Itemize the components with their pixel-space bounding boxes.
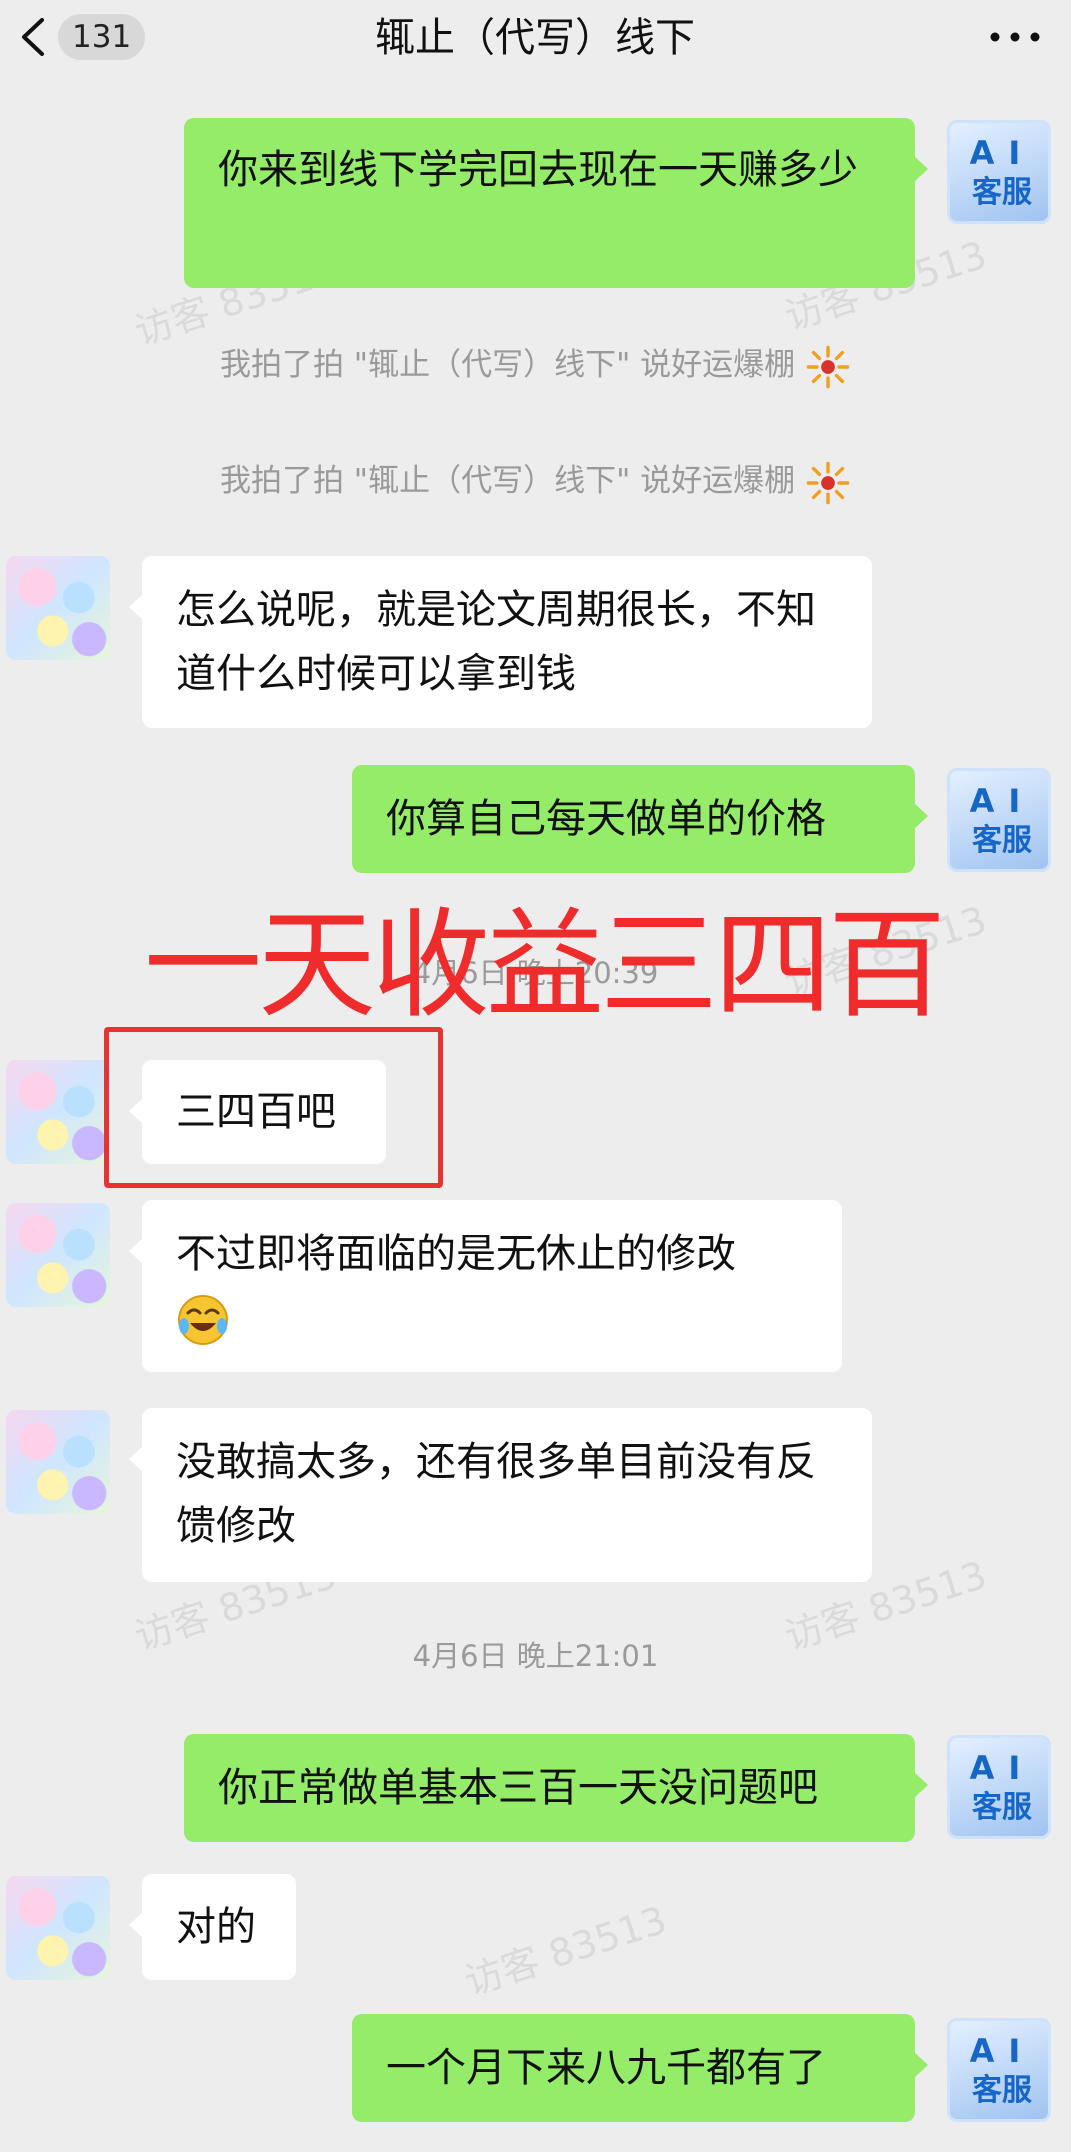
ai-avatar-line1: AI [969, 782, 1035, 820]
incoming-message[interactable]: 对的 [129, 1874, 296, 1980]
incoming-message[interactable]: 没敢搞太多，还有很多单目前没有反馈修改 [129, 1408, 872, 1582]
ai-avatar-line2: 客服 [972, 823, 1032, 858]
ai-avatar-line2: 客服 [972, 1790, 1032, 1825]
firecracker-emoji [806, 345, 850, 388]
pat-system-message: 我拍了拍 "辄止（代写）线下" 说好运爆棚 [0, 340, 1071, 390]
annotation-caption: 一天收益三四百 [144, 896, 946, 1034]
outgoing-message[interactable]: 你来到线下学完回去现在一天赚多少 [184, 118, 928, 288]
incoming-message[interactable]: 不过即将面临的是无休止的修改 [129, 1200, 842, 1372]
outgoing-message[interactable]: 你算自己每天做单的价格 [352, 765, 928, 873]
ai-service-avatar[interactable]: AI 客服 [947, 1735, 1051, 1839]
user-avatar[interactable] [6, 556, 110, 660]
outgoing-message[interactable]: 一个月下来八九千都有了 [352, 2014, 928, 2122]
message-text: 不过即将面临的是无休止的修改 [176, 1231, 736, 1277]
incoming-message[interactable]: 怎么说呢，就是论文周期很长，不知道什么时候可以拿到钱 [129, 556, 872, 728]
user-avatar[interactable] [6, 1876, 110, 1980]
ai-service-avatar[interactable]: AI 客服 [947, 768, 1051, 872]
chat-header: 131 辄止（代写）线下 [0, 0, 1071, 76]
timestamp: 4月6日 晚上21:01 [412, 1639, 659, 1673]
user-avatar[interactable] [6, 1203, 110, 1307]
outgoing-message[interactable]: 你正常做单基本三百一天没问题吧 [184, 1734, 928, 1842]
more-button[interactable] [987, 22, 1043, 52]
unread-count-badge[interactable]: 131 [58, 14, 146, 60]
ai-avatar-line1: AI [969, 1749, 1035, 1787]
highlight-box [104, 1027, 443, 1188]
pat-system-message: 我拍了拍 "辄止（代写）线下" 说好运爆棚 [0, 456, 1071, 506]
back-button[interactable] [14, 14, 54, 60]
more-dots-icon [990, 32, 1040, 42]
pat-text: 我拍了拍 "辄止（代写）线下" 说好运爆棚 [219, 347, 796, 383]
pat-text: 我拍了拍 "辄止（代写）线下" 说好运爆棚 [219, 463, 796, 499]
firecracker-emoji [806, 461, 850, 504]
user-avatar[interactable] [6, 1060, 110, 1164]
ai-service-avatar[interactable]: AI 客服 [947, 120, 1051, 224]
ai-avatar-line1: AI [969, 134, 1035, 172]
ai-avatar-line1: AI [969, 2032, 1035, 2070]
ai-avatar-line2: 客服 [972, 2073, 1032, 2108]
laughing-tears-emoji [178, 1295, 228, 1345]
chat-title: 辄止（代写）线下 [375, 15, 695, 61]
watermark: 访客 83513 [459, 1897, 672, 2005]
chevron-left-icon [22, 18, 44, 56]
user-avatar[interactable] [6, 1410, 110, 1514]
ai-avatar-line2: 客服 [972, 175, 1032, 210]
ai-service-avatar[interactable]: AI 客服 [947, 2018, 1051, 2122]
